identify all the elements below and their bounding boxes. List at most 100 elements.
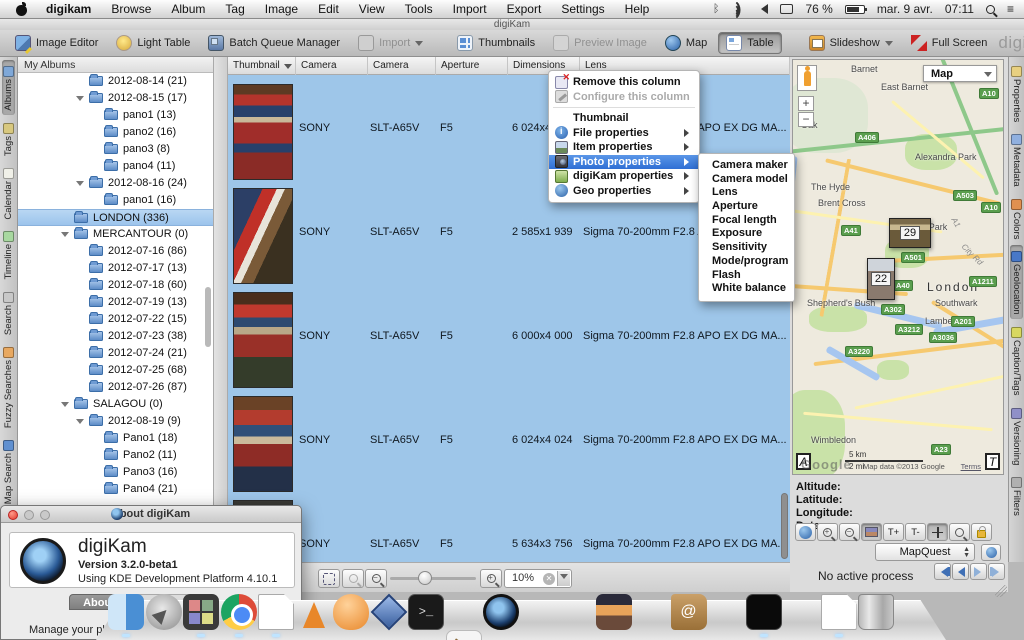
- dock-icon-iphoto[interactable]: [596, 594, 632, 630]
- album-item[interactable]: Pano1 (18): [18, 430, 213, 447]
- album-item[interactable]: pano2 (16): [18, 124, 213, 141]
- album-item[interactable]: 2012-08-19 (9): [18, 413, 213, 430]
- tab-calendar[interactable]: Calendar: [2, 162, 15, 224]
- zoom-dropdown-icon[interactable]: [557, 571, 570, 586]
- submenu-item-exposure[interactable]: Exposure: [699, 227, 794, 241]
- spotlight-icon[interactable]: [986, 5, 995, 14]
- photo-thumbnail[interactable]: [233, 396, 293, 492]
- zoom-slider-knob[interactable]: [418, 571, 432, 585]
- map-canvas[interactable]: BarnetEast BarnetOakThe HydeBrent CrossA…: [792, 59, 1004, 475]
- tab-tags[interactable]: Tags: [2, 117, 15, 160]
- menubar-date[interactable]: mar. 9 avr.: [877, 2, 933, 16]
- thumbnails-button[interactable]: Thumbnails: [450, 32, 542, 54]
- photo-thumbnail[interactable]: [233, 188, 293, 284]
- side-tab-colors[interactable]: Colors: [1010, 193, 1023, 243]
- dock-icon-digikam[interactable]: [483, 594, 519, 630]
- menu-item-export[interactable]: Export: [497, 0, 552, 19]
- slideshow-button[interactable]: Slideshow: [802, 32, 900, 54]
- show-thumbnails-toggle[interactable]: [861, 523, 882, 541]
- map-terms-link[interactable]: Terms: [961, 462, 981, 471]
- album-item[interactable]: 2012-07-16 (86): [18, 243, 213, 260]
- pegman-control[interactable]: [797, 65, 817, 91]
- last-item-button[interactable]: [988, 563, 1005, 580]
- close-button[interactable]: [8, 510, 18, 520]
- table-scrollbar[interactable]: [781, 493, 788, 559]
- expander-icon[interactable]: [76, 419, 84, 428]
- album-item[interactable]: LONDON (336): [18, 209, 213, 226]
- full-screen-button[interactable]: Full Screen: [904, 32, 995, 54]
- submenu-item-flash[interactable]: Flash: [699, 269, 794, 283]
- album-item[interactable]: Pano2 (11): [18, 447, 213, 464]
- album-item[interactable]: Pano4 (21): [18, 481, 213, 498]
- dock-icon-vlc[interactable]: [296, 594, 332, 630]
- photo-thumbnail[interactable]: [233, 84, 293, 180]
- menu-item-edit[interactable]: Edit: [308, 0, 349, 19]
- dock-icon-finder[interactable]: [108, 594, 144, 630]
- display-icon[interactable]: [780, 4, 793, 14]
- dock-icon-virtualbox[interactable]: [371, 594, 407, 630]
- map-backend-select[interactable]: MapQuest▲▼: [875, 543, 975, 561]
- side-tab-properties[interactable]: Properties: [1010, 60, 1023, 126]
- thumb-smaller-button[interactable]: T-: [905, 523, 926, 541]
- album-item[interactable]: 2012-08-14 (21): [18, 73, 213, 90]
- notification-center-icon[interactable]: ≡: [1007, 2, 1014, 16]
- zoom-100-button[interactable]: [342, 569, 364, 588]
- expander-icon[interactable]: [61, 402, 69, 411]
- bluetooth-icon[interactable]: ᛒ: [713, 3, 720, 15]
- column-header-thumbnail[interactable]: Thumbnail: [228, 57, 296, 75]
- album-item[interactable]: 2012-08-16 (24): [18, 175, 213, 192]
- map-corner-t[interactable]: T: [985, 453, 1000, 470]
- photo-cluster-marker[interactable]: 22: [867, 258, 895, 300]
- batch-queue-manager-button[interactable]: Batch Queue Manager: [201, 32, 347, 54]
- pan-mode-button[interactable]: [927, 523, 948, 541]
- side-tab-caption-tags[interactable]: Caption/Tags: [1010, 321, 1023, 399]
- zoom-out-button[interactable]: −: [365, 569, 387, 588]
- thumb-bigger-button[interactable]: T+: [883, 523, 904, 541]
- menu-item-image[interactable]: Image: [255, 0, 308, 19]
- dock-icon-tangerine[interactable]: [333, 594, 369, 630]
- lock-button[interactable]: [971, 523, 992, 541]
- album-item[interactable]: SALAGOU (0): [18, 396, 213, 413]
- menu-item-album[interactable]: Album: [161, 0, 215, 19]
- panel-splitter[interactable]: [214, 57, 228, 562]
- map-globe-button[interactable]: [795, 523, 816, 541]
- menu-item-photo-properties[interactable]: Photo properties: [549, 155, 699, 170]
- apple-menu-icon[interactable]: [16, 3, 28, 16]
- submenu-item-white-balance[interactable]: White balance: [699, 282, 794, 296]
- expander-icon[interactable]: [61, 232, 69, 241]
- light-table-button[interactable]: Light Table: [109, 32, 197, 54]
- photo-thumbnail[interactable]: [233, 292, 293, 388]
- zoom-clear-icon[interactable]: ✕: [543, 573, 555, 585]
- dock-icon-textedit[interactable]: [258, 594, 294, 630]
- table-button[interactable]: Table: [718, 32, 781, 54]
- dock-icon-chrome[interactable]: [221, 594, 257, 630]
- album-item[interactable]: MERCANTOUR (0): [18, 226, 213, 243]
- submenu-item-camera-maker[interactable]: Camera maker: [699, 159, 794, 173]
- album-item[interactable]: 2012-07-18 (60): [18, 277, 213, 294]
- select-region-button[interactable]: [949, 523, 970, 541]
- submenu-item-sensitivity[interactable]: Sensitivity: [699, 241, 794, 255]
- menu-item-import[interactable]: Import: [443, 0, 497, 19]
- menu-item-digikam[interactable]: digikam: [36, 0, 101, 19]
- side-tab-geolocation[interactable]: Geolocation: [1010, 245, 1023, 319]
- album-item[interactable]: 2012-07-26 (87): [18, 379, 213, 396]
- map-button[interactable]: Map: [658, 32, 714, 54]
- tab-albums[interactable]: Albums: [2, 60, 15, 115]
- dock-icon-black-app[interactable]: [746, 594, 782, 630]
- album-item[interactable]: 2012-07-22 (15): [18, 311, 213, 328]
- album-item[interactable]: 2012-08-15 (17): [18, 90, 213, 107]
- menu-item-thumbnail[interactable]: Thumbnail: [549, 111, 699, 126]
- submenu-item-aperture[interactable]: Aperture: [699, 200, 794, 214]
- first-item-button[interactable]: [934, 563, 951, 580]
- dock-icon-terminal[interactable]: >_: [408, 594, 444, 630]
- menu-item-tag[interactable]: Tag: [215, 0, 254, 19]
- albums-scrollbar[interactable]: [205, 287, 211, 347]
- dock-icon-draw[interactable]: [446, 630, 482, 640]
- table-row[interactable]: SONYSLT-A65VF55 634x3 756Sigma 70-200mm …: [228, 496, 790, 562]
- column-header-camera-maker[interactable]: Camera maker: [296, 57, 368, 75]
- tab-timeline[interactable]: Timeline: [2, 225, 15, 284]
- album-item[interactable]: pano1 (13): [18, 107, 213, 124]
- submenu-item-camera-model[interactable]: Camera model: [699, 173, 794, 187]
- dock-icon-app-grid[interactable]: [183, 594, 219, 630]
- zoom-percent-combo[interactable]: 10% ✕: [504, 569, 572, 588]
